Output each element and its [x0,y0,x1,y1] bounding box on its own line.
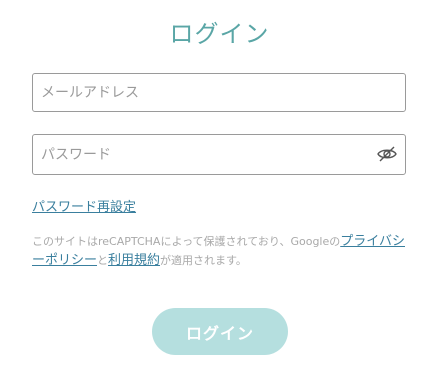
notice-prefix: このサイトはreCAPTCHAによって保護されており、Googleの [32,235,341,248]
login-button[interactable]: ログイン [152,308,288,355]
email-input[interactable] [33,74,353,111]
notice-connector: と [97,254,109,267]
page-title: ログイン [169,20,270,48]
password-field[interactable] [32,134,406,175]
terms-link[interactable]: 利用規約 [108,253,160,268]
recaptcha-notice: このサイトはreCAPTCHAによって保護されており、Googleのプライバシー… [32,232,412,270]
notice-suffix: が適用されます。 [160,254,247,267]
password-reset-link[interactable]: パスワード再設定 [32,196,136,215]
password-input[interactable] [33,135,353,174]
email-field[interactable] [32,73,406,112]
eye-slash-icon[interactable] [377,146,397,162]
